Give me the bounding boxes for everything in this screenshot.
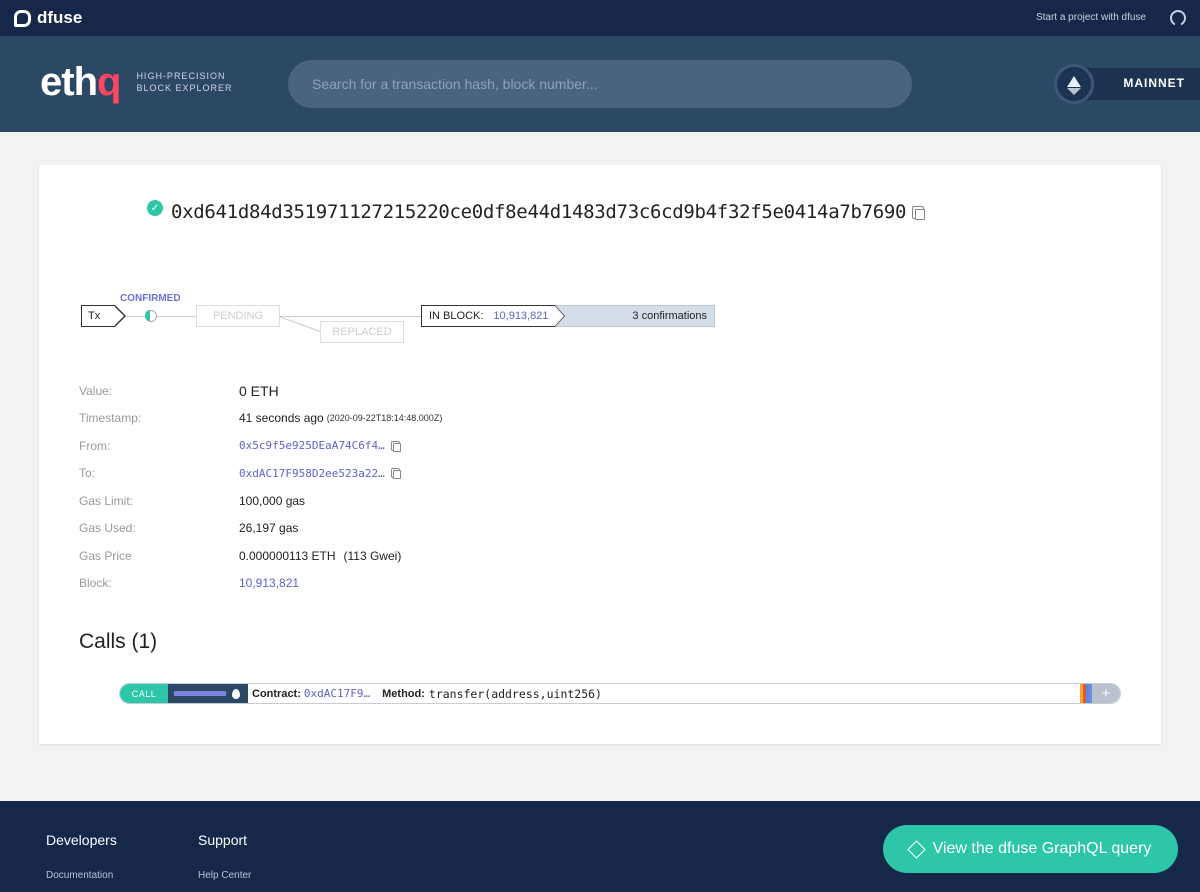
value-label: Value: <box>79 383 113 398</box>
footer: Developers Documentation Support Help Ce… <box>0 801 1200 892</box>
header: ethq HIGH-PRECISION BLOCK EXPLORER MAINN… <box>0 36 1200 132</box>
ethq-logo[interactable]: ethq HIGH-PRECISION BLOCK EXPLORER <box>40 60 232 104</box>
call-method-label: Method: <box>382 687 425 700</box>
transaction-details: Value: 0 ETH Timestamp: 41 seconds ago (… <box>79 377 442 597</box>
in-block-label: IN BLOCK: <box>429 310 484 322</box>
footer-col-developers: Developers Documentation <box>46 832 117 881</box>
footer-support-heading: Support <box>198 832 248 848</box>
status-flow: Tx CONFIRMED PENDING REPLACED IN BLOCK: … <box>81 293 761 353</box>
ethereum-icon <box>1067 75 1081 95</box>
block-link[interactable]: 10,913,821 <box>239 576 299 590</box>
call-contract-label: Contract: <box>252 687 301 700</box>
gas-price-gwei: (113 Gwei) <box>343 548 402 563</box>
call-method-value: transfer(address,uint256) <box>428 686 602 701</box>
tx-node: Tx <box>81 305 126 327</box>
timestamp-exact: (2020-09-22T18:14:48.000Z) <box>326 413 443 424</box>
gas-price-label: Gas Price <box>79 548 132 563</box>
detail-row-gas-price: Gas Price 0.000000113 ETH (113 Gwei) <box>79 542 442 570</box>
start-project-link[interactable]: Start a project with dfuse <box>1036 12 1146 23</box>
detail-row-gas-used: Gas Used: 26,197 gas <box>79 515 442 543</box>
footer-col-support: Support Help Center <box>198 832 251 881</box>
logo-tagline: HIGH-PRECISION BLOCK EXPLORER <box>136 70 232 94</box>
timestamp-label: Timestamp: <box>79 411 142 426</box>
tagline-line-2: BLOCK EXPLORER <box>136 83 233 93</box>
copy-to-icon[interactable] <box>390 468 401 480</box>
github-icon[interactable] <box>1170 10 1186 26</box>
pending-node: PENDING <box>196 305 280 327</box>
view-graphql-query-button[interactable]: View the dfuse GraphQL query <box>883 825 1178 873</box>
footer-help-center-link[interactable]: Help Center <box>198 870 251 881</box>
replaced-node: REPLACED <box>320 321 404 343</box>
confirmed-label: CONFIRMED <box>120 293 181 304</box>
detail-row-from: From: 0x5c9f5e925DEaA74C6f4… <box>79 432 442 460</box>
confirmations-badge: 3 confirmations <box>555 305 715 327</box>
call-contract-link[interactable]: 0xdAC17F9… <box>304 687 370 700</box>
network-selector[interactable]: MAINNET <box>1054 64 1200 104</box>
tx-hash: 0xd641d84d351971127215220ce0df8e44d1483d… <box>171 201 907 223</box>
logo-accent-text: q <box>97 60 121 104</box>
logo-main-text: eth <box>40 60 98 104</box>
footer-documentation-link[interactable]: Documentation <box>46 870 117 881</box>
timestamp-relative: 41 seconds ago <box>239 411 324 426</box>
from-label: From: <box>79 438 111 453</box>
call-type-badge: CALL <box>120 684 168 703</box>
detail-row-to: To: 0xdAC17F958D2ee523a22… <box>79 460 442 488</box>
footer-developers-heading: Developers <box>46 832 117 848</box>
in-block-node[interactable]: IN BLOCK: 10,913,821 <box>421 305 565 327</box>
call-color-stripes <box>1080 684 1092 703</box>
detail-row-timestamp: Timestamp: 41 seconds ago (2020-09-22T18… <box>79 405 442 433</box>
gas-fill-bar <box>174 691 226 696</box>
dfuse-brand-link[interactable]: dfuse <box>14 8 82 28</box>
transaction-card: ✓ 0xd641d84d351971127215220ce0df8e44d148… <box>39 165 1161 744</box>
gas-drop-icon <box>232 689 240 699</box>
detail-row-value: Value: 0 ETH <box>79 377 442 405</box>
network-label: MAINNET <box>1123 76 1185 90</box>
value-value: 0 ETH <box>239 382 279 399</box>
brand-name: dfuse <box>37 8 83 27</box>
expand-call-button[interactable]: + <box>1092 684 1120 703</box>
from-address-link[interactable]: 0x5c9f5e925DEaA74C6f4… <box>239 439 385 452</box>
detail-row-block: Block: 10,913,821 <box>79 570 442 598</box>
tx-hash-row: ✓ 0xd641d84d351971127215220ce0df8e44d148… <box>147 200 926 223</box>
tagline-line-1: HIGH-PRECISION <box>136 71 226 81</box>
gas-used-label: Gas Used: <box>79 521 136 536</box>
graphql-button-label: View the dfuse GraphQL query <box>932 840 1152 857</box>
gas-used-value: 26,197 gas <box>239 521 299 536</box>
to-label: To: <box>79 466 96 481</box>
status-dot <box>145 310 157 322</box>
check-circle-icon: ✓ <box>147 200 163 216</box>
gas-limit-label: Gas Limit: <box>79 493 134 508</box>
graphql-icon <box>906 839 926 859</box>
calls-title: Calls (1) <box>79 630 158 653</box>
dfuse-logo-icon <box>14 9 31 27</box>
gas-limit-value: 100,000 gas <box>239 493 306 508</box>
copy-from-icon[interactable] <box>390 440 401 452</box>
tx-node-label: Tx <box>88 310 101 322</box>
detail-row-gas-limit: Gas Limit: 100,000 gas <box>79 487 442 515</box>
in-block-number[interactable]: 10,913,821 <box>493 310 548 322</box>
gas-price-value: 0.000000113 ETH <box>239 548 336 563</box>
call-row[interactable]: CALL Contract: 0xdAC17F9… Method: transf… <box>119 683 1121 704</box>
to-address-link[interactable]: 0xdAC17F958D2ee523a22… <box>239 467 385 480</box>
search-input[interactable] <box>288 60 912 108</box>
block-label: Block: <box>79 576 112 591</box>
copy-icon[interactable] <box>912 205 926 220</box>
top-bar: dfuse Start a project with dfuse <box>0 0 1200 36</box>
call-gas-meter <box>168 684 248 703</box>
